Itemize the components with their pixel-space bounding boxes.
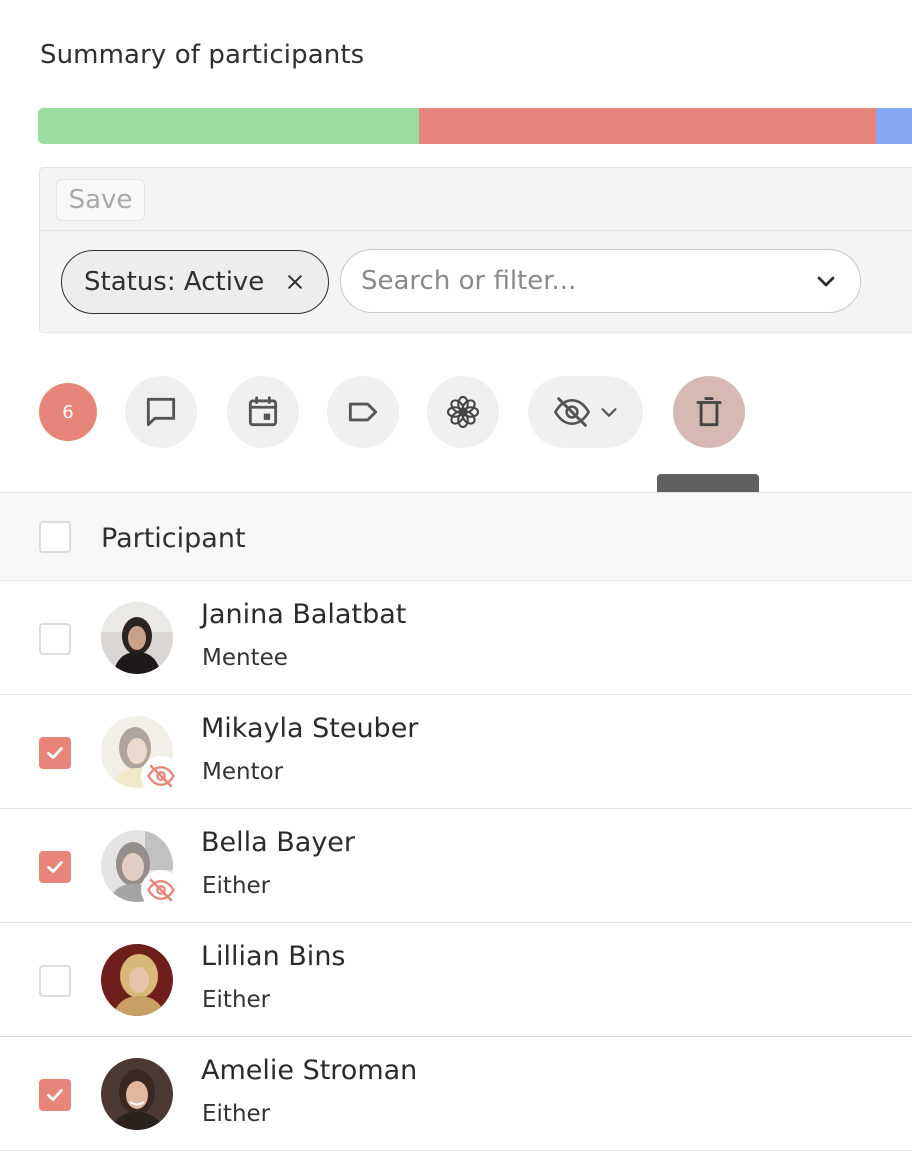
filter-panel: Save Status: Active — [39, 167, 912, 333]
flower-icon — [446, 395, 480, 429]
calendar-icon — [248, 396, 278, 427]
participant-role: Either — [202, 987, 271, 1013]
avatar — [101, 830, 181, 910]
participant-name[interactable]: Janina Balatbat — [201, 599, 406, 630]
table-row[interactable]: Mikayla Steuber Mentor — [0, 695, 912, 809]
hidden-indicator — [141, 756, 181, 796]
participant-name[interactable]: Amelie Stroman — [201, 1055, 417, 1086]
filter-chip-status[interactable]: Status: Active — [61, 250, 329, 314]
hidden-indicator — [141, 870, 181, 910]
table-row[interactable]: Janina Balatbat Mentee — [0, 581, 912, 695]
page: Summary of participants Save Status: Act… — [0, 0, 912, 1166]
eye-off-icon — [147, 878, 175, 902]
avatar — [101, 944, 173, 1016]
row-checkbox[interactable] — [39, 965, 71, 997]
row-checkbox[interactable] — [39, 851, 71, 883]
tag-button[interactable] — [327, 376, 399, 448]
filter-divider — [40, 230, 912, 231]
row-checkbox[interactable] — [39, 623, 71, 655]
participant-role: Either — [202, 873, 271, 899]
table-row[interactable]: Bella Bayer Either — [0, 809, 912, 923]
participant-role: Either — [202, 1101, 271, 1127]
avatar — [101, 716, 181, 796]
flower-button[interactable] — [427, 376, 499, 448]
search-filter-box[interactable] — [340, 249, 861, 313]
avatar — [101, 602, 173, 674]
remove-button[interactable] — [673, 376, 745, 448]
row-checkbox[interactable] — [39, 1079, 71, 1111]
chevron-down-icon[interactable] — [814, 269, 838, 293]
summary-segment-blue — [876, 108, 912, 144]
calendar-button[interactable] — [227, 376, 299, 448]
eye-off-icon — [147, 764, 175, 788]
table-row[interactable]: Lillian Bins Either — [0, 923, 912, 1037]
participant-name[interactable]: Bella Bayer — [201, 827, 355, 858]
search-input[interactable] — [361, 266, 781, 296]
participant-name[interactable]: Mikayla Steuber — [201, 713, 418, 744]
row-checkbox[interactable] — [39, 737, 71, 769]
summary-title: Summary of participants — [40, 40, 365, 70]
summary-segment-red — [419, 108, 877, 144]
avatar — [101, 1058, 173, 1130]
participant-name[interactable]: Lillian Bins — [201, 941, 346, 972]
visibility-dropdown-button[interactable] — [528, 376, 643, 448]
message-button[interactable] — [125, 376, 197, 448]
summary-bar — [38, 108, 912, 144]
tag-icon — [348, 402, 378, 422]
eye-off-icon — [553, 397, 590, 427]
column-header-participant[interactable]: Participant — [101, 523, 246, 554]
close-icon[interactable] — [284, 271, 306, 293]
save-button[interactable]: Save — [56, 179, 145, 221]
participant-role: Mentee — [202, 645, 288, 671]
table-header: Participant — [0, 492, 912, 581]
summary-segment-green — [38, 108, 420, 144]
selected-count-badge: 6 — [39, 383, 97, 441]
filter-chip-label: Status: Active — [84, 267, 265, 297]
table-row[interactable]: Amelie Stroman Either — [0, 1037, 912, 1151]
trash-icon — [696, 397, 722, 427]
participant-role: Mentor — [202, 759, 284, 785]
message-icon — [146, 397, 176, 427]
select-all-checkbox[interactable] — [39, 521, 71, 553]
chevron-down-icon — [600, 408, 617, 417]
